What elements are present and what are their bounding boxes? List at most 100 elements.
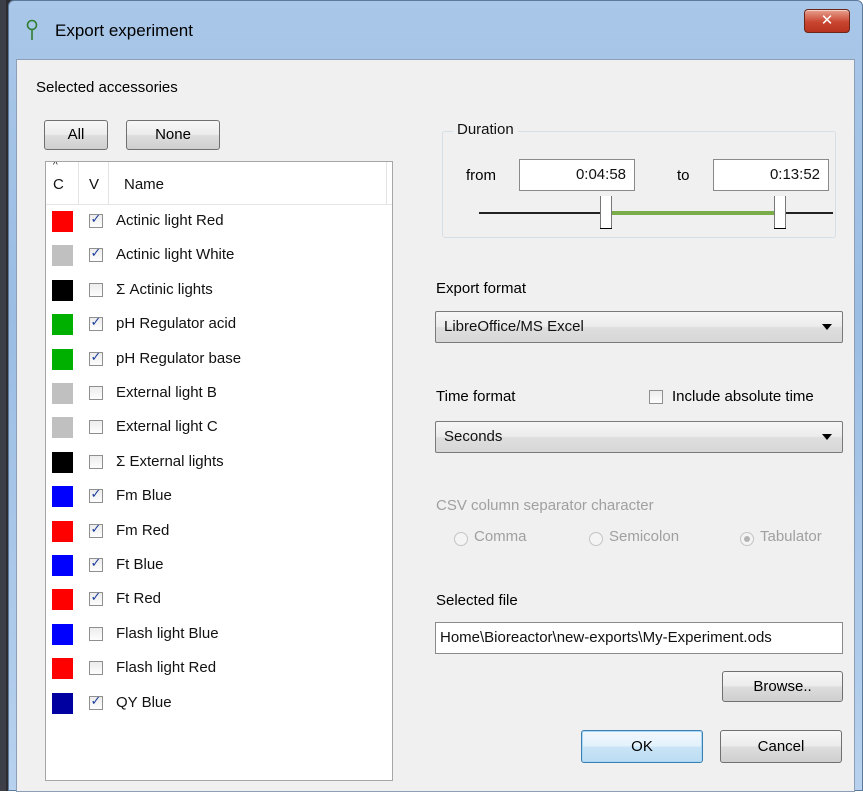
selected-file-field[interactable]: Home\Bioreactor\new-exports\My-Experimen… — [435, 622, 843, 654]
list-item[interactable]: Flash light Red — [46, 651, 391, 685]
select-none-button[interactable]: None — [126, 120, 220, 150]
visible-checkbox[interactable] — [89, 282, 103, 297]
slider-start-handle[interactable] — [600, 196, 613, 229]
visible-checkbox[interactable] — [89, 212, 103, 228]
item-name: Fm Blue — [116, 487, 172, 505]
visible-checkbox[interactable] — [89, 694, 103, 710]
list-header: ^ C V Name — [46, 162, 392, 205]
close-icon: ✕ — [820, 12, 834, 29]
app-pin-icon — [26, 19, 38, 40]
item-name: External light C — [116, 418, 218, 436]
color-swatch[interactable] — [52, 589, 73, 611]
duration-range-slider[interactable] — [479, 196, 833, 232]
color-swatch[interactable] — [52, 211, 73, 232]
item-name: Ft Red — [116, 590, 162, 608]
color-swatch[interactable] — [52, 417, 73, 439]
duration-title: Duration — [453, 121, 518, 138]
title-bar[interactable]: Export experiment ✕ — [9, 1, 862, 59]
column-header-color[interactable]: C — [53, 176, 64, 193]
cancel-button[interactable]: Cancel — [720, 730, 842, 763]
list-item[interactable]: Ft Red — [46, 582, 391, 616]
include-absolute-time-label[interactable]: Include absolute time — [672, 388, 814, 405]
chevron-down-icon — [822, 324, 832, 330]
color-swatch[interactable] — [52, 245, 73, 267]
to-label: to — [677, 167, 690, 184]
item-name: Σ External lights — [116, 452, 224, 470]
color-swatch[interactable] — [52, 314, 73, 336]
color-swatch[interactable] — [52, 623, 73, 645]
list-item[interactable]: Ft Blue — [46, 548, 391, 582]
color-swatch[interactable] — [52, 520, 73, 542]
from-time-field[interactable]: 0:04:58 — [519, 159, 635, 191]
csv-option-radio[interactable] — [740, 532, 754, 546]
visible-checkbox[interactable] — [89, 487, 103, 504]
list-item[interactable]: pH Regulator acid — [46, 307, 391, 341]
visible-checkbox[interactable] — [89, 386, 103, 400]
csv-option-radio[interactable] — [454, 532, 468, 546]
item-name: Actinic light White — [116, 246, 235, 264]
selected-file-label: Selected file — [436, 592, 518, 609]
list-item[interactable]: Fm Blue — [46, 479, 391, 513]
color-swatch[interactable] — [52, 279, 73, 301]
export-dialog: Export experiment ✕ Selected accessories… — [8, 0, 863, 792]
from-label: from — [466, 167, 496, 184]
list-item[interactable]: Σ Actinic lights — [46, 273, 391, 307]
close-button[interactable]: ✕ — [804, 9, 850, 33]
chevron-down-icon — [822, 434, 832, 440]
color-swatch[interactable] — [52, 692, 73, 714]
color-swatch[interactable] — [52, 486, 73, 508]
list-item[interactable]: External light B — [46, 376, 391, 410]
item-name: QY Blue — [116, 693, 172, 711]
color-swatch[interactable] — [52, 451, 73, 473]
visible-checkbox[interactable] — [89, 420, 103, 435]
visible-checkbox[interactable] — [89, 522, 103, 538]
duration-group: Duration from 0:04:58 to 0:13:52 — [442, 121, 836, 238]
selected-file-path: Home\Bioreactor\new-exports\My-Experimen… — [440, 629, 772, 646]
browse-button[interactable]: Browse.. — [722, 671, 843, 702]
slider-end-handle[interactable] — [773, 196, 786, 229]
export-format-label: Export format — [436, 280, 527, 297]
column-header-name[interactable]: Name — [124, 176, 164, 193]
visible-checkbox[interactable] — [89, 661, 103, 676]
time-format-select[interactable]: Seconds — [435, 421, 843, 453]
list-item[interactable]: Fm Red — [46, 514, 391, 548]
visible-checkbox[interactable] — [89, 454, 103, 469]
export-format-select[interactable]: LibreOffice/MS Excel — [435, 311, 843, 343]
list-item[interactable]: Actinic light White — [46, 238, 391, 272]
visible-checkbox[interactable] — [89, 556, 103, 572]
to-time-field[interactable]: 0:13:52 — [713, 159, 829, 191]
color-swatch[interactable] — [52, 348, 73, 370]
visible-checkbox[interactable] — [89, 350, 103, 366]
ok-button[interactable]: OK — [581, 730, 703, 763]
select-all-button[interactable]: All — [44, 120, 108, 150]
list-item[interactable]: pH Regulator base — [46, 342, 391, 376]
color-swatch[interactable] — [52, 555, 73, 576]
dialog-body: Selected accessories All None ^ C V Name… — [16, 59, 855, 792]
csv-option-label: Semicolon — [609, 528, 680, 545]
color-swatch[interactable] — [52, 658, 73, 680]
item-name: pH Regulator acid — [116, 315, 237, 333]
include-absolute-time-checkbox[interactable] — [649, 390, 663, 404]
item-name: Ft Blue — [116, 556, 164, 573]
csv-option-label: Tabulator — [760, 528, 822, 545]
list-item[interactable]: External light C — [46, 410, 391, 444]
csv-option-radio[interactable] — [589, 532, 603, 546]
item-name: Σ Actinic lights — [116, 280, 213, 298]
visible-checkbox[interactable] — [89, 315, 103, 332]
list-item[interactable]: Flash light Blue — [46, 617, 391, 651]
csv-separator-label: CSV column separator character — [436, 497, 654, 514]
time-format-value: Seconds — [444, 428, 503, 445]
list-item[interactable]: Σ External lights — [46, 445, 391, 479]
item-name: Flash light Red — [116, 659, 217, 677]
visible-checkbox[interactable] — [89, 590, 103, 607]
window-title: Export experiment — [55, 21, 193, 40]
visible-checkbox[interactable] — [89, 626, 103, 641]
list-item[interactable]: Actinic light Red — [46, 204, 391, 238]
accessories-list: ^ C V Name Actinic light Red Actinic ligh… — [45, 161, 393, 781]
color-swatch[interactable] — [52, 383, 73, 404]
column-header-visible[interactable]: V — [89, 176, 99, 193]
selected-accessories-label: Selected accessories — [36, 79, 178, 96]
list-item[interactable]: QY Blue — [46, 686, 391, 720]
visible-checkbox[interactable] — [89, 246, 103, 263]
item-name: pH Regulator base — [116, 349, 242, 367]
